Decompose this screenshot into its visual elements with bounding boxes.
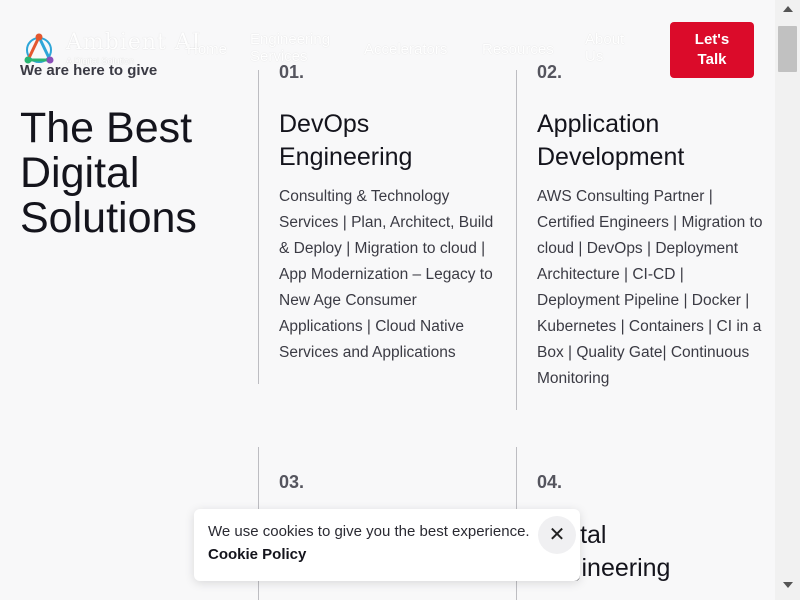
service-number: 03. [279,472,305,492]
hero-tagline: We are here to give [20,62,158,79]
scroll-up-arrow-icon[interactable] [783,6,793,12]
scrollbar-thumb[interactable] [778,26,797,72]
service-title[interactable]: Application Development [537,108,767,174]
divider [258,70,259,384]
service-description: AWS Consulting Partner | Certified Engin… [537,188,763,387]
service-number: 04. [537,472,563,492]
nav-resources[interactable]: Resources [482,41,554,58]
scroll-down-arrow-icon[interactable] [783,582,793,588]
nav-accelerators[interactable]: Accelerators [364,41,447,58]
nav-engineering-services[interactable]: Engineering Services [250,31,350,65]
logo-text[interactable]: Ambient AI [66,30,201,55]
lets-talk-label: Let's Talk [694,31,730,68]
vertical-scrollbar[interactable] [775,0,800,600]
lets-talk-button[interactable]: Let's Talk [670,22,754,78]
service-number: 02. [537,62,563,82]
hero-title: The Best Digital Solutions [20,104,197,242]
close-icon[interactable]: ✕ [538,516,576,554]
cookie-policy-link[interactable]: Cookie Policy [208,546,566,563]
service-title[interactable]: DevOps Engineering [279,108,499,174]
cookie-banner: We use cookies to give you the best expe… [194,509,580,581]
nav-home[interactable]: Home [187,41,227,58]
cookie-message: We use cookies to give you the best expe… [208,523,530,540]
service-number: 01. [279,62,305,82]
divider [516,70,517,410]
service-description: Consulting & Technology Services | Plan,… [279,188,494,361]
nav-about-us[interactable]: About Us [585,31,645,65]
